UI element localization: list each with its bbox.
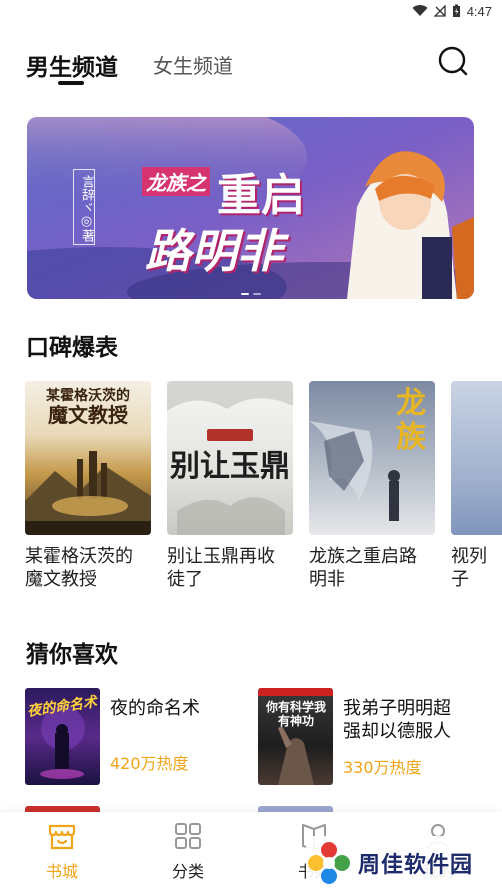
- wifi-icon: [412, 5, 428, 17]
- book-card[interactable]: 视列 子: [451, 381, 502, 591]
- status-bar: 4:47: [0, 0, 502, 22]
- nav-item-bookstore[interactable]: 书城: [22, 820, 102, 882]
- search-icon[interactable]: [438, 46, 468, 76]
- book-title: 某霍格沃茨的 魔文教授: [25, 546, 133, 590]
- book-cover-title: 某霍格沃茨的 魔文教授: [46, 388, 130, 427]
- watermark-logo-icon: [308, 842, 350, 884]
- book-cover: 你有科学我有神功: [258, 688, 333, 785]
- tab-female-channel[interactable]: 女生频道: [153, 50, 233, 79]
- clock: 4:47: [466, 3, 492, 19]
- book-heat: 420万热度: [110, 754, 189, 773]
- book-cover-title: 别让玉鼎: [170, 449, 290, 484]
- section-title-guess: 猜你喜欢: [26, 642, 118, 668]
- book-cover: 别让玉鼎: [167, 381, 293, 535]
- book-title: 我弟子明明超 强却以德服人: [343, 698, 451, 742]
- nav-label: 书城: [45, 862, 78, 881]
- channel-tabs: 男生频道 女生频道: [0, 40, 502, 88]
- book-cover: 某霍格沃茨的 魔文教授: [25, 381, 151, 535]
- nav-label: 分类: [171, 862, 204, 881]
- book-cover: 龙族: [309, 381, 435, 535]
- nav-item-category[interactable]: 分类: [148, 820, 228, 882]
- book-title: 视列 子: [451, 546, 487, 590]
- no-signal-icon: [433, 5, 446, 17]
- book-card[interactable]: 别让玉鼎 别让玉鼎再收 徒了: [167, 381, 293, 591]
- bottom-nav: 书城 分类 书架 我的 周佳软件园: [0, 812, 502, 892]
- book-title: 别让玉鼎再收 徒了: [167, 546, 275, 590]
- book-cover: 夜的命名术: [25, 688, 100, 785]
- guess-book-item[interactable]: 夜的命名术 夜的命名术 420万热度: [25, 688, 235, 788]
- grid-icon: [175, 823, 201, 849]
- guess-book-item[interactable]: 你有科学我有神功 我弟子明明超 强却以德服人 330万热度: [258, 688, 488, 788]
- tab-indicator: [58, 81, 84, 85]
- battery-icon: [452, 4, 460, 17]
- book-cover-title: 龙族: [396, 386, 426, 455]
- watermark: 周佳软件园: [306, 836, 502, 890]
- book-cover-title: 你有科学我有神功: [265, 700, 326, 728]
- book-heat: 330万热度: [343, 758, 422, 777]
- watermark-text: 周佳软件园: [358, 853, 474, 878]
- book-title: 夜的命名术: [110, 698, 200, 719]
- book-title: 龙族之重启路 明非: [309, 546, 417, 590]
- reputation-book-list: 某霍格沃茨的 魔文教授 某霍格沃茨的 魔文教授 别让玉鼎 别让玉鼎再收 徒了 龙…: [25, 381, 502, 601]
- book-cover: [451, 381, 502, 535]
- book-card[interactable]: 龙族 龙族之重启路 明非: [309, 381, 435, 591]
- banner-pagination: [240, 293, 261, 295]
- book-card[interactable]: 某霍格沃茨的 魔文教授 某霍格沃茨的 魔文教授: [25, 381, 151, 591]
- promo-banner[interactable]: 言辞ヾ◎著 龙族之 重启 路明非: [27, 117, 474, 299]
- tab-male-channel[interactable]: 男生频道: [26, 48, 118, 82]
- store-icon: [48, 824, 76, 850]
- banner-author-tag: 言辞ヾ◎著: [73, 169, 95, 245]
- banner-title: 龙族之 重启 路明非: [137, 159, 337, 279]
- section-title-reputation: 口碑爆表: [26, 335, 118, 361]
